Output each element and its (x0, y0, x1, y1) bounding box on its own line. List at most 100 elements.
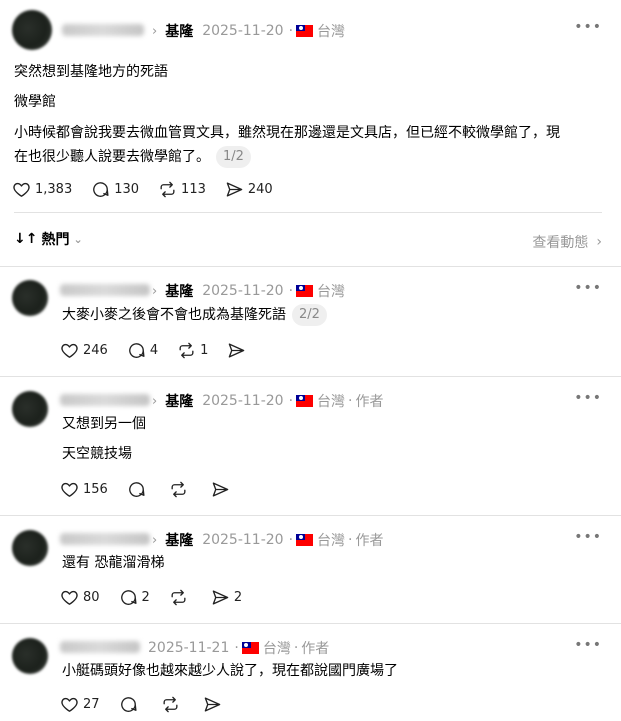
username-blurred[interactable] (60, 394, 150, 406)
separator-dot: · (288, 23, 294, 39)
avatar[interactable] (12, 280, 48, 316)
share-button[interactable] (211, 480, 234, 499)
comment-count: 2 (141, 590, 150, 605)
reply-actions: 156 (60, 480, 253, 499)
share-count: 2 (233, 590, 243, 605)
repost-icon (171, 589, 186, 606)
avatar[interactable] (12, 638, 48, 674)
topic-tag[interactable]: 基隆 (165, 391, 193, 411)
divider (0, 266, 621, 267)
repost-button[interactable] (161, 695, 184, 714)
avatar[interactable] (12, 391, 48, 427)
repost-icon (179, 342, 194, 359)
post-location: 台灣 (317, 284, 346, 300)
taiwan-flag-icon (296, 534, 314, 546)
avatar[interactable] (12, 530, 48, 566)
view-activity-link[interactable]: 查看動態 › (532, 232, 602, 252)
reply-text: 又想到另一個 (62, 416, 146, 432)
post-date[interactable]: 2025-11-20 (202, 393, 283, 409)
comment-button[interactable]: 130 (91, 180, 139, 199)
post-date[interactable]: 2025-11-20 (202, 283, 283, 299)
like-button[interactable]: 1,383 (12, 180, 72, 199)
send-icon (226, 182, 243, 197)
chevron-right-icon: › (152, 283, 158, 299)
separator-dot: · (288, 393, 294, 409)
repost-button[interactable] (169, 588, 192, 607)
like-button[interactable]: 80 (60, 588, 100, 607)
reply-text: 天空競技場 (62, 446, 132, 462)
share-button[interactable]: 2 (211, 588, 242, 607)
author-tag: 作者 (355, 394, 384, 410)
taiwan-flag-icon (296, 285, 314, 297)
reply-line-with-pager: 大麥小麥之後會不會也成為基隆死語 2/2 (62, 303, 327, 327)
username-blurred[interactable] (62, 24, 144, 36)
username-blurred[interactable] (60, 284, 150, 296)
like-button[interactable]: 246 (60, 341, 108, 360)
chevron-down-icon: ⌄ (73, 232, 83, 246)
repost-button[interactable]: 113 (158, 180, 206, 199)
send-icon (212, 590, 229, 605)
reply-actions: 246 4 1 (60, 341, 269, 360)
send-icon (229, 343, 245, 358)
post-line: 突然想到基隆地方的死語 (14, 64, 168, 80)
chevron-right-icon: › (596, 234, 602, 250)
like-count: 1,383 (35, 182, 73, 197)
share-button[interactable]: 240 (225, 180, 273, 199)
repost-button[interactable]: 1 (177, 341, 208, 360)
sort-arrows-icon: ↓↑ (14, 231, 38, 247)
more-dots-icon[interactable]: ••• (574, 390, 602, 406)
send-icon (204, 697, 220, 712)
chevron-right-icon: › (152, 393, 158, 409)
heart-icon (13, 182, 30, 197)
post-line: 在也很少聽人說要去微學館了。 (14, 149, 210, 165)
reply-text: 小艇碼頭好像也越來越少人說了，現在都說國門廣場了 (62, 663, 398, 679)
share-button[interactable] (227, 341, 250, 360)
repost-button[interactable] (169, 480, 192, 499)
post-location: 台灣 (317, 533, 346, 549)
comment-button[interactable] (127, 480, 150, 499)
comment-button[interactable]: 4 (127, 341, 158, 360)
repost-count: 113 (181, 182, 206, 197)
author-tag: 作者 (355, 533, 384, 549)
comment-button[interactable]: 2 (119, 588, 150, 607)
page-indicator: 1/2 (216, 146, 251, 168)
more-dots-icon[interactable]: ••• (574, 280, 602, 296)
taiwan-flag-icon (296, 25, 314, 37)
separator-dot: · (288, 532, 294, 548)
more-dots-icon[interactable]: ••• (574, 637, 602, 653)
topic-tag[interactable]: 基隆 (165, 281, 193, 301)
username-blurred[interactable] (60, 641, 140, 653)
divider (0, 515, 621, 516)
heart-icon (61, 482, 78, 497)
heart-icon (61, 697, 78, 712)
like-button[interactable]: 156 (60, 480, 108, 499)
post-date[interactable]: 2025-11-20 (202, 532, 283, 548)
username-blurred[interactable] (60, 533, 150, 545)
speech-bubble-icon (128, 482, 145, 497)
avatar[interactable] (12, 10, 52, 50)
topic-tag[interactable]: 基隆 (165, 21, 193, 41)
send-icon (212, 482, 229, 497)
like-button[interactable]: 27 (60, 695, 100, 714)
sort-dropdown[interactable]: ↓↑ 熱門 ⌄ (14, 229, 83, 249)
repost-icon (160, 181, 175, 198)
post-date[interactable]: 2025-11-21 (148, 640, 229, 656)
share-button[interactable] (203, 695, 226, 714)
comment-count: 4 (149, 343, 159, 358)
more-dots-icon[interactable]: ••• (574, 19, 602, 35)
post-date[interactable]: 2025-11-20 (202, 23, 283, 39)
comment-button[interactable] (119, 695, 142, 714)
reply-meta: › 基隆 2025-11-20 · 台灣 · 作者 (152, 391, 383, 411)
taiwan-flag-icon (296, 395, 314, 407)
topic-tag[interactable]: 基隆 (165, 530, 193, 550)
reply-actions: 27 (60, 695, 245, 714)
reply-text: 還有 恐龍溜滑梯 (62, 555, 165, 571)
heart-icon (61, 590, 78, 605)
reply-text: 大麥小麥之後會不會也成為基隆死語 (62, 307, 286, 323)
like-count: 27 (83, 697, 100, 712)
speech-bubble-icon (128, 343, 145, 358)
taiwan-flag-icon (241, 642, 259, 654)
speech-bubble-icon (120, 697, 137, 712)
more-dots-icon[interactable]: ••• (574, 529, 602, 545)
divider (14, 212, 602, 213)
